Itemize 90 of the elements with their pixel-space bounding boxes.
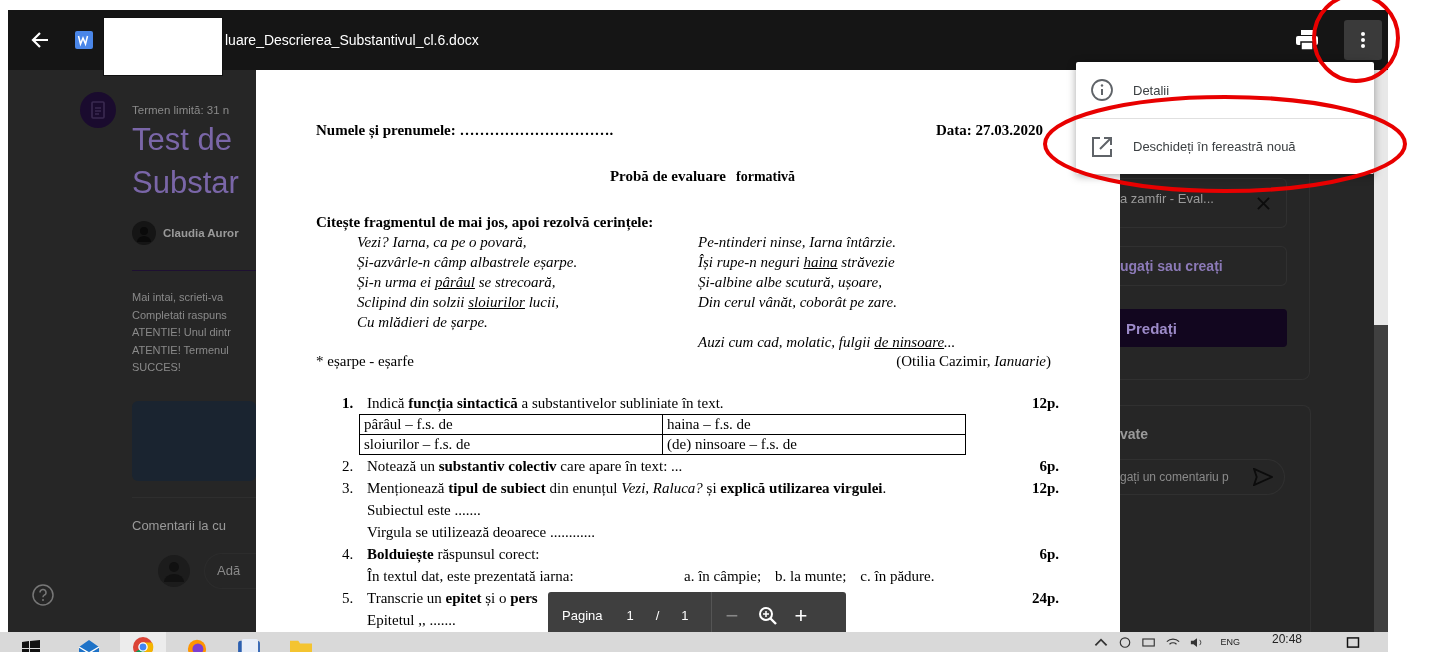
question-text: Menționează tipul de subiect din enunțul Vezi, Raluca? și explică utilizarea virgulei. [367, 479, 887, 498]
private-comment-field[interactable]: gați un comentariu p [1120, 459, 1285, 495]
question-points: 12p. [1031, 479, 1059, 498]
footnote-text: * eșarpe - eșarfe [316, 352, 414, 370]
page-separator: / [655, 607, 660, 624]
poem-line: Și-albine albe scutură, ușoare, [698, 273, 883, 292]
poem-source: (Otilia Cazimir, Ianuarie) [896, 352, 1051, 370]
poem-line: Își rupe-n neguri haina străvezie [698, 253, 896, 272]
open-in-new-window-icon [1091, 135, 1113, 158]
print-icon[interactable] [1296, 30, 1318, 50]
question-number: 1. [342, 394, 355, 413]
question-number: 3. [342, 479, 355, 498]
assignment-title: Test de [132, 121, 233, 159]
poem-line: Din cerul vânăt, coborât pe zare. [698, 293, 897, 312]
question-text: Indică funcția sintactică a substantivelor subliniate în text. [367, 394, 724, 414]
file-title: luare_Descrierea_Substantivul_cl.6.docx [225, 32, 479, 48]
poem-line: Vezi? Iarna, ca pe o povară, [357, 233, 528, 252]
more-vertical-icon [1361, 32, 1365, 48]
answer-option: c. în pădure. [860, 565, 935, 587]
answer-option: b. la munte; [775, 565, 847, 587]
page-total: 1 [681, 607, 689, 624]
question-number: 2. [342, 457, 355, 476]
poem-line: Și-n urma ei pârâul se strecoară, [357, 273, 557, 292]
table-cell: haina – f.s. de [662, 414, 966, 435]
network-icon[interactable] [1118, 636, 1133, 648]
author-name: Claudia Auror [163, 227, 239, 239]
description-line: ATENTIE! Termenul [132, 342, 230, 358]
question-statement: În textul dat, este prezentată iarna: [367, 567, 575, 586]
word-file-icon [75, 31, 93, 49]
back-arrow-icon[interactable] [30, 30, 50, 50]
due-date-text: Termen limită: 31 n [132, 103, 231, 118]
zoom-icon[interactable] [758, 605, 779, 626]
caret-icon[interactable] [1094, 636, 1109, 648]
help-icon[interactable] [32, 584, 54, 606]
instruction-text: Citește fragmentul de mai jos, apoi rezolvă cerințele: [316, 213, 655, 232]
description-line: Mai intai, scrieti-va [132, 290, 225, 305]
table-cell: sloiurilor – f.s. de [359, 434, 663, 455]
document-app-icon[interactable] [238, 638, 260, 652]
battery-icon[interactable] [1142, 636, 1157, 648]
firefox-icon[interactable] [186, 638, 208, 652]
document-subtitle: formativă [736, 168, 796, 186]
add-or-create-button[interactable]: ugați sau creați [1120, 246, 1287, 286]
description-line: Completati raspuns [132, 307, 228, 323]
name-line: Numele și prenumele: …………………………. [316, 121, 614, 140]
zoom-in-button[interactable]: + [794, 604, 808, 627]
poem-line: Sclipind din solzii sloiurilor lucii, [357, 293, 561, 312]
menu-item[interactable]: Detalii [1076, 62, 1374, 118]
table-cell: pârâul – f.s. de [359, 414, 663, 435]
answer-line: Virgula se utilizează deoarece ............ [367, 523, 595, 542]
question-text: Transcrie un epitet și o pers [367, 589, 538, 608]
poem-line: Cu mlădieri de șarpe. [357, 313, 489, 332]
answer-line: Subiectul este ....... [367, 501, 481, 520]
mail-icon[interactable] [78, 638, 100, 652]
poem-line: Și-azvârle-n câmp albastrele eșarpe. [357, 253, 579, 272]
avatar-icon [132, 221, 156, 245]
submit-button[interactable]: Predați [1120, 309, 1287, 347]
clock-time[interactable]: 20:48 [1271, 632, 1302, 646]
poem-line: Auzi cum cad, molatic, fulgii de ninsoare... [698, 333, 956, 352]
private-comments-heading: vate [1120, 426, 1150, 442]
answer-line: Epitetul ,, ....... [367, 611, 456, 630]
question-points: 6p. [1039, 457, 1059, 476]
info-icon [1091, 79, 1113, 101]
answer-option: a. în câmpie; [684, 565, 762, 587]
table-cell: (de) ninsoare – f.s. de [662, 434, 966, 455]
description-line: ATENTIE! Unul dintr [132, 325, 232, 340]
language-indicator[interactable]: ENG [1220, 637, 1240, 647]
question-number: 4. [342, 545, 355, 564]
question-text: Notează un substantiv colectiv care apare în text: ... [367, 457, 683, 476]
description-line: SUCCES! [132, 360, 182, 375]
document-title: Probă de evaluare [609, 167, 726, 186]
question-number: 5. [342, 589, 355, 608]
more-options-button[interactable] [1344, 20, 1382, 60]
scrollbar[interactable] [1374, 70, 1388, 632]
question-points: 24p. [1031, 589, 1059, 608]
notification-icon[interactable] [1346, 636, 1360, 648]
question-text: Bolduiește răspunsul corect: [367, 545, 540, 565]
assignment-icon [80, 92, 116, 128]
attachment-chip[interactable]: a zamfir - Eval... [1120, 178, 1287, 228]
page-label: Pagina [562, 607, 603, 624]
question-points: 6p. [1039, 545, 1059, 564]
poem-line: Pe-ntinderi ninse, Iarna întârzie. [698, 233, 897, 252]
comments-heading: Comentarii la cu [132, 517, 227, 533]
comment-field[interactable]: Adă [204, 552, 256, 589]
page-number[interactable]: 1 [626, 607, 634, 624]
date-text: Data: 27.03.2020 [935, 121, 1043, 140]
taskbar-active-app[interactable] [120, 632, 166, 652]
question-points: 12p. [1031, 394, 1059, 413]
assignment-title: Substar [132, 164, 240, 202]
browser-icon [132, 637, 154, 652]
menu-item[interactable]: Deschideți în fereastră nouă [1076, 118, 1374, 174]
